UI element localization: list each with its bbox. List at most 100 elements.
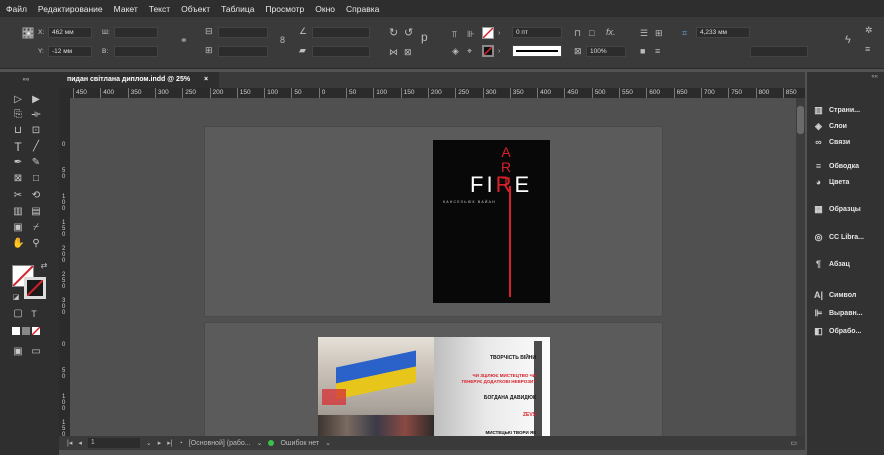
default-colors-icon[interactable]: ◪ [10,292,22,304]
constrain-link-icon[interactable]: ⚭ [180,36,188,45]
rotate-cw-icon[interactable]: ↻ [389,28,398,39]
select-container-icon[interactable]: ◈ [452,47,459,56]
menu-item[interactable]: Макет [114,4,138,14]
lightning-icon[interactable]: ϟ [845,35,851,46]
apply-color-icon[interactable] [12,327,20,335]
frame-fit-icon[interactable]: ⊓ [574,29,581,38]
page-dropdown-icon[interactable]: ⌄ [146,439,152,447]
rectangle-tool-icon[interactable]: □ [30,173,42,185]
panel-align[interactable]: ⊫ Выравн... [807,305,884,321]
auto-fit-icon[interactable]: ⌗ [682,29,687,38]
page-tool-icon[interactable]: ⎘ [12,109,24,121]
panel-swatches[interactable]: ▦ Образцы [807,201,884,217]
note-tool-icon[interactable]: ▣ [12,222,24,234]
flip-h-icon[interactable]: ⋈ [389,48,398,57]
width-field[interactable] [114,27,158,38]
grid-icon[interactable]: ≡ [655,47,660,56]
type-tool-icon[interactable]: T [12,141,24,153]
last-page-icon[interactable]: ▸| [167,439,172,447]
text-wrap-icon[interactable]: ☰ [640,29,648,38]
eyedropper-tool-icon[interactable]: ⌿ [30,222,42,234]
first-page-icon[interactable]: |◂ [67,439,72,447]
reference-point-icon[interactable] [22,27,34,39]
menu-item[interactable]: Текст [149,4,170,14]
stroke-weight-field[interactable]: 0 пт [512,27,562,38]
y-field[interactable]: -12 мм [48,46,92,57]
menu-item[interactable]: Файл [6,4,27,14]
ruler-origin[interactable] [59,88,70,98]
line-tool-icon[interactable]: ╱ [30,141,42,153]
menu-item[interactable]: Объект [181,4,210,14]
gradient-feather-tool-icon[interactable]: ▤ [30,206,42,218]
prev-page-icon[interactable]: ◂ [78,439,82,447]
panel-menu-icon[interactable]: ≡ [865,45,870,54]
panel-stroke[interactable]: ≡ Обводка [807,158,884,174]
panel-pages[interactable]: ▥ Страни... [807,102,884,118]
stroke-menu-icon[interactable]: › [498,47,500,56]
panel-color[interactable]: ◕ Цвета [807,174,884,190]
preflight-icon[interactable]: ◔ [179,440,183,447]
preview-mode-icon[interactable]: ▭ [30,346,42,358]
gap-field[interactable]: 4,233 мм [696,27,750,38]
gear-icon[interactable]: ✲ [865,26,873,35]
color-icon[interactable]: ■ [640,47,645,56]
panel-cc-libraries[interactable]: ◎ CC Libra... [807,229,884,245]
menu-item[interactable]: Редактирование [38,4,103,14]
apply-gradient-icon[interactable] [22,327,30,335]
scissors-tool-icon[interactable]: ✂ [12,190,24,202]
content-collector-icon[interactable]: ⊔ [12,125,24,137]
close-icon[interactable]: × [204,76,208,83]
distribute-icon[interactable]: ⊪ [467,30,475,39]
free-transform-tool-icon[interactable]: ⟲ [30,190,42,202]
swap-colors-icon[interactable]: ⇄ [38,260,50,272]
x-field[interactable]: 462 мм [48,27,92,38]
fill-swatch[interactable] [482,27,494,39]
scale-x-field[interactable] [218,27,268,38]
stroke-type-select[interactable] [512,45,562,57]
panel-paragraph[interactable]: ¶ Абзац [807,256,884,272]
formatting-text-icon[interactable]: T [28,308,40,320]
height-field[interactable] [114,46,158,57]
rectangle-frame-tool-icon[interactable]: ⊠ [12,173,24,185]
menu-item[interactable]: Просмотр [265,4,304,14]
gap-tool-icon[interactable]: ⟛ [30,109,42,121]
panel-toggle-icon[interactable]: ▭ [790,439,797,447]
menu-item[interactable]: Окно [315,4,335,14]
rotate-field[interactable] [312,27,370,38]
stroke-color-icon[interactable] [24,277,46,299]
document-canvas[interactable]: FIRE ART КАНСЕЛЬЮК ВАЙАН ТВОРЧІСТЬ ВІЙНИ… [70,98,805,442]
page-field[interactable]: 1 [87,438,140,448]
menu-item[interactable]: Таблица [221,4,254,14]
panel-links[interactable]: ∞ Связи [807,134,884,150]
object-style-select[interactable] [750,46,808,57]
panel-pathfinder[interactable]: ◧ Обрабо... [807,323,884,339]
vertical-scrollbar[interactable] [796,98,805,436]
hand-tool-icon[interactable]: ✋ [12,238,24,250]
errors-status[interactable]: Ошибок нет [280,440,319,447]
scale-y-field[interactable] [218,46,268,57]
flip-v-icon[interactable]: ⊠ [404,48,412,57]
errors-dropdown-icon[interactable]: ⌄ [325,439,331,447]
workflow-style[interactable]: [Основной] (рабо... [189,440,251,447]
collapse-icon[interactable]: «« [20,74,32,86]
expand-panels-icon[interactable]: «« [871,74,878,80]
frame-fill-icon[interactable]: □ [589,29,594,38]
panel-layers[interactable]: ◈ Слои [807,118,884,134]
formatting-container-icon[interactable]: ▢ [12,308,24,320]
opacity-field[interactable]: 100% [586,46,626,57]
align-icon[interactable]: ⫪ [452,30,457,39]
style-dropdown-icon[interactable]: ⌄ [257,439,263,447]
proportional-icon[interactable]: 8 [280,36,285,45]
cover-page[interactable]: FIRE ART КАНСЕЛЬЮК ВАЙАН [433,140,550,303]
columns-icon[interactable]: ⊞ [655,29,663,38]
fill-menu-icon[interactable]: › [498,29,500,38]
screen-mode-icon[interactable]: ▣ [12,346,24,358]
rotate-ccw-icon[interactable]: ↺ [404,28,413,39]
gradient-swatch-tool-icon[interactable]: ▥ [12,206,24,218]
vertical-ruler[interactable]: 05 01 0 01 5 02 0 02 5 03 0 005 01 0 01 … [59,98,70,442]
fx-icon[interactable]: fx. [606,28,616,37]
selection-tool-icon[interactable]: ▷ [12,94,24,106]
page2-right[interactable]: ТВОРЧІСТЬ ВІЙНИ ЧИ ЗЦІЛЮЄ МИСТЕЦТВО ЧИ Г… [434,337,550,442]
zoom-tool-icon[interactable]: ⚲ [30,238,42,250]
pencil-tool-icon[interactable]: ✎ [30,157,42,169]
